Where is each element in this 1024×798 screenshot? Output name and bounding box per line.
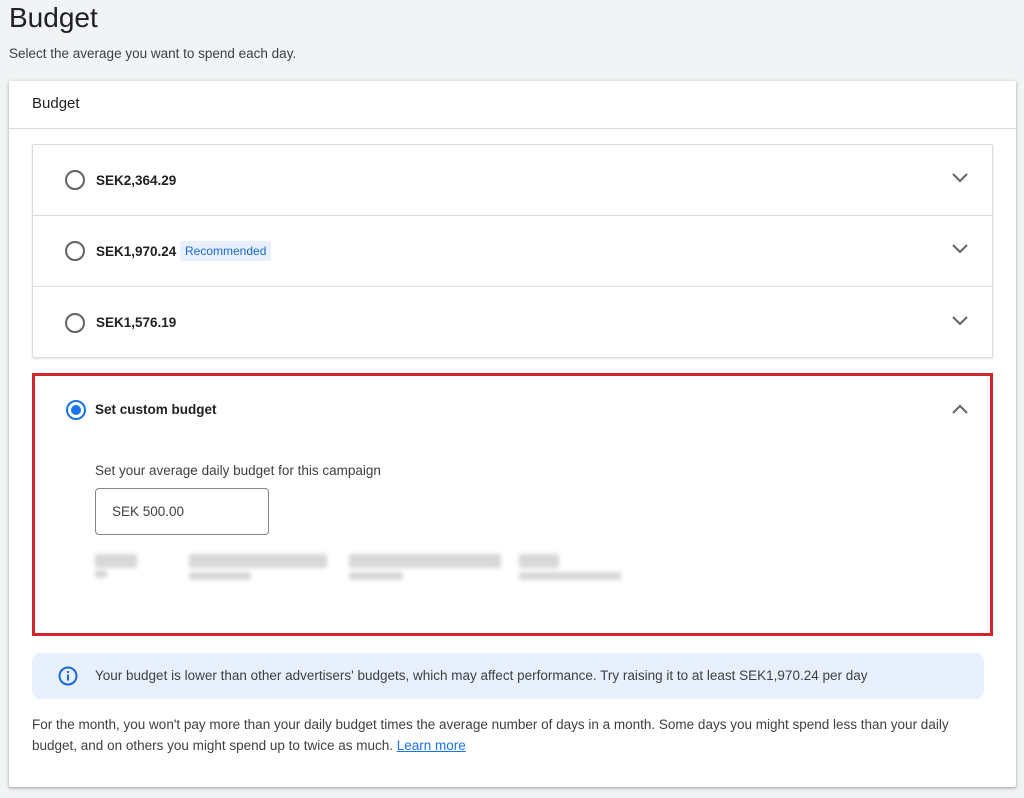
info-icon (57, 665, 79, 687)
budget-options-list: SEK2,364.29 SEK1,970.24 Recommended SEK1… (32, 144, 993, 358)
radio-button-selected[interactable] (66, 400, 86, 420)
chevron-down-icon[interactable] (952, 173, 968, 187)
option-label: SEK2,364.29 (96, 172, 177, 188)
footer-text: For the month, you won't pay more than y… (32, 714, 997, 756)
card-header: Budget (9, 81, 1016, 129)
recommended-badge: Recommended (180, 241, 272, 261)
option-label: SEK1,576.19 (96, 315, 177, 330)
info-banner: Your budget is lower than other advertis… (32, 653, 984, 699)
budget-option-2[interactable]: SEK1,970.24 Recommended (33, 216, 992, 287)
option-label: SEK1,970.24 (96, 243, 177, 259)
custom-budget-label: Set custom budget (95, 402, 217, 417)
chevron-down-icon[interactable] (952, 315, 968, 330)
budget-option-3[interactable]: SEK1,576.19 (33, 287, 992, 358)
custom-budget-description: Set your average daily budget for this c… (95, 463, 381, 478)
budget-option-1[interactable]: SEK2,364.29 (33, 145, 992, 216)
blurred-content (95, 548, 635, 584)
footer-description: For the month, you won't pay more than y… (32, 717, 949, 753)
page-title: Budget (9, 2, 98, 33)
custom-budget-panel: Set custom budget Set your average daily… (32, 373, 993, 636)
learn-more-link[interactable]: Learn more (397, 738, 466, 753)
chevron-up-icon[interactable] (952, 404, 968, 418)
info-text: Your budget is lower than other advertis… (95, 668, 868, 683)
page-subtitle: Select the average you want to spend eac… (9, 46, 297, 61)
radio-button[interactable] (65, 312, 85, 333)
radio-button[interactable] (65, 241, 85, 261)
budget-card: Budget SEK2,364.29 SEK1,970.24 Recommend… (9, 81, 1016, 787)
chevron-down-icon[interactable] (952, 244, 968, 258)
radio-button[interactable] (65, 170, 85, 190)
custom-budget-input[interactable] (95, 488, 269, 535)
